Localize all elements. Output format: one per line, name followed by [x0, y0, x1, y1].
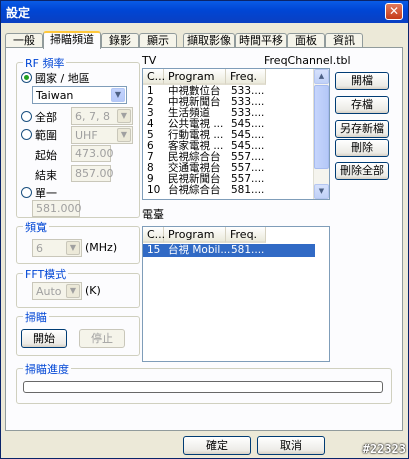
- close-button[interactable]: ✕: [385, 3, 403, 20]
- open-file-button[interactable]: 開檔: [335, 72, 389, 90]
- column-header-program[interactable]: Program: [164, 69, 226, 85]
- tab-general[interactable]: 一般: [5, 33, 43, 48]
- ok-button[interactable]: 確定: [183, 436, 251, 455]
- fft-mode-group: FFT模式 Auto ▼ (K): [16, 266, 140, 308]
- save-as-button[interactable]: 另存新檔: [335, 120, 389, 138]
- channel-scan-panel: RF 頻率 國家 / 地區 Taiwan ▼ 全部 6, 7, 8 ▼ 範圍 U…: [5, 47, 403, 431]
- range-radio[interactable]: [21, 129, 32, 140]
- country-label: 國家 / 地區: [35, 72, 90, 85]
- tv-channel-list[interactable]: C... Program Freq. 1 中視數位台 533.... 2 中視新聞台 53…: [142, 68, 330, 200]
- cancel-button[interactable]: 取消: [257, 436, 325, 455]
- title-bar: 設定 ✕: [1, 1, 408, 23]
- radio-channel-list[interactable]: C... Program Freq. 15 台視 Mobil... 581....: [142, 226, 330, 362]
- column-header-program[interactable]: Program: [164, 227, 226, 243]
- column-header-freq[interactable]: Freq.: [226, 227, 266, 243]
- tab-channel-scan[interactable]: 掃瞄頻道: [43, 31, 101, 49]
- frequency: 581....: [231, 184, 265, 196]
- fft-mode-value: Auto: [36, 285, 62, 298]
- fft-mode-title: FFT模式: [23, 266, 69, 282]
- channel-number: 10: [147, 184, 161, 196]
- tab-capture-image[interactable]: 擷取影像: [183, 33, 235, 48]
- start-label: 起始: [35, 149, 57, 162]
- delete-all-button[interactable]: 刪除全部: [335, 162, 389, 180]
- chevron-down-icon: ▼: [117, 109, 131, 123]
- scan-progress-bar: [23, 381, 383, 393]
- program-name: 台視綜合台: [168, 184, 221, 196]
- chevron-down-icon: ▼: [111, 88, 125, 102]
- range-label: 範圍: [35, 129, 57, 142]
- window-title: 設定: [6, 6, 31, 20]
- tab-recording[interactable]: 錄影: [101, 33, 139, 48]
- chevron-down-icon: ▼: [66, 284, 80, 298]
- start-field[interactable]: 473.00: [71, 145, 114, 162]
- frequency: 581....: [231, 244, 265, 256]
- vertical-scrollbar[interactable]: ▲ ▼: [313, 69, 329, 199]
- country-radio[interactable]: [21, 72, 32, 83]
- end-label: 結束: [35, 169, 57, 182]
- rf-frequency-group: RF 頻率 國家 / 地區 Taiwan ▼ 全部 6, 7, 8 ▼ 範圍 U…: [16, 55, 140, 218]
- single-field[interactable]: 581.000: [32, 200, 82, 217]
- chevron-down-icon: ▼: [117, 128, 131, 142]
- chevron-down-icon: ▼: [66, 241, 80, 255]
- channel-file-name: FreqChannel.tbl: [264, 54, 351, 67]
- tab-display[interactable]: 顯示: [139, 33, 177, 48]
- tab-info[interactable]: 資訊: [325, 33, 363, 48]
- scroll-down-icon[interactable]: ▼: [314, 184, 329, 199]
- scan-group: 掃瞄 開始 停止: [16, 309, 140, 356]
- column-header-channel[interactable]: C...: [143, 227, 165, 243]
- save-file-button[interactable]: 存檔: [335, 96, 389, 114]
- fft-mode-select[interactable]: Auto ▼: [32, 282, 82, 300]
- all-label: 全部: [35, 111, 57, 124]
- single-radio[interactable]: [21, 187, 32, 198]
- country-select[interactable]: Taiwan ▼: [32, 86, 127, 104]
- rf-frequency-title: RF 頻率: [23, 55, 67, 71]
- radio-label: 電臺: [142, 208, 164, 221]
- scan-progress-title: 掃瞄進度: [23, 361, 71, 377]
- bandwidth-title: 頻寬: [23, 219, 49, 235]
- column-header-channel[interactable]: C...: [143, 69, 165, 85]
- bandwidth-unit: (MHz): [85, 241, 118, 254]
- country-value: Taiwan: [36, 89, 74, 102]
- fft-mode-unit: (K): [85, 284, 101, 297]
- range-select[interactable]: UHF ▼: [71, 126, 133, 144]
- scan-title: 掃瞄: [23, 309, 49, 325]
- watermark: #22323: [362, 442, 406, 456]
- single-label: 單一: [35, 187, 57, 200]
- scroll-up-icon[interactable]: ▲: [314, 69, 329, 84]
- tv-label: TV: [142, 54, 157, 67]
- all-radio[interactable]: [21, 111, 32, 122]
- settings-dialog: 設定 ✕ 一般 掃瞄頻道 錄影 顯示 擷取影像 時間平移 面板 資訊 RF 頻率…: [0, 0, 409, 459]
- tab-timeshift[interactable]: 時間平移: [235, 33, 287, 48]
- delete-button[interactable]: 刪除: [335, 139, 389, 157]
- all-select[interactable]: 6, 7, 8 ▼: [71, 107, 133, 125]
- range-value: UHF: [75, 129, 98, 142]
- channel-number: 15: [147, 244, 161, 256]
- bandwidth-select[interactable]: 6 ▼: [32, 239, 82, 257]
- table-row[interactable]: 10 台視綜合台 581....: [143, 185, 315, 196]
- stop-scan-button[interactable]: 停止: [79, 329, 125, 348]
- tab-panel[interactable]: 面板: [287, 33, 325, 48]
- all-value: 6, 7, 8: [75, 110, 110, 123]
- scroll-thumb[interactable]: [314, 85, 329, 169]
- bandwidth-value: 6: [36, 242, 43, 255]
- table-row[interactable]: 15 台視 Mobil... 581....: [143, 244, 315, 257]
- end-field[interactable]: 857.00: [71, 165, 114, 182]
- scan-progress-group: 掃瞄進度: [16, 361, 392, 404]
- column-header-freq[interactable]: Freq.: [226, 69, 266, 85]
- start-scan-button[interactable]: 開始: [21, 329, 67, 348]
- program-name: 台視 Mobil...: [168, 244, 231, 256]
- bandwidth-group: 頻寬 6 ▼ (MHz): [16, 219, 140, 264]
